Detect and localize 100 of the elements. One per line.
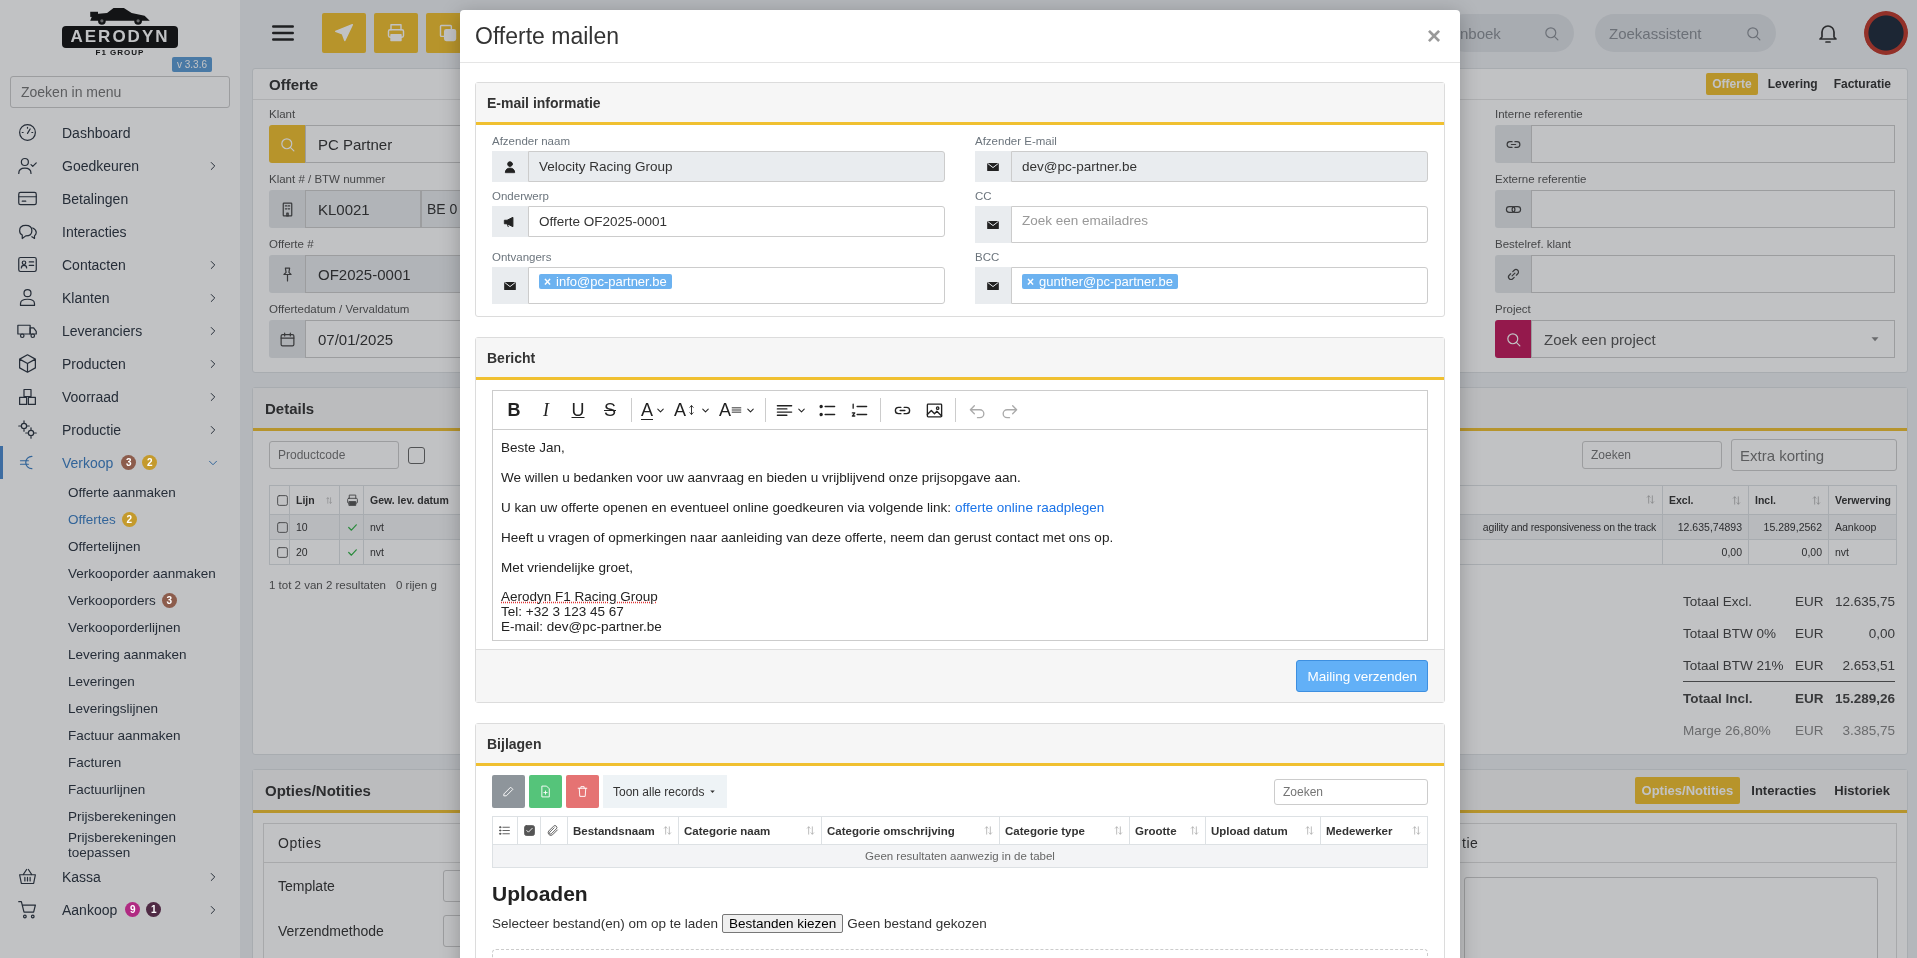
submenu-item[interactable]: Leveringen [0, 668, 240, 695]
card-title: Opties/Notities [265, 781, 371, 799]
search-field[interactable]: Zoeken [1274, 778, 1428, 805]
text-color-button[interactable]: A [638, 395, 669, 425]
submenu-item[interactable]: Facturen [0, 749, 240, 776]
avatar[interactable] [1864, 11, 1908, 55]
field-label: Klant # / BTW nummer [269, 173, 387, 185]
choose-files-button[interactable]: Bestanden kiezen [721, 914, 844, 933]
menu-item[interactable]: Aankoop 9 1 [0, 893, 240, 926]
menu-item[interactable]: Leveranciers [0, 314, 240, 347]
print-button[interactable] [374, 13, 418, 53]
input-field[interactable] [1531, 255, 1895, 293]
column-header[interactable]: Lijn [296, 494, 315, 506]
sort-icon[interactable] [1189, 825, 1200, 836]
sort-icon[interactable] [1304, 825, 1315, 836]
list-icon[interactable] [498, 824, 511, 837]
submenu-item[interactable]: Offertes 2 [0, 506, 240, 533]
sort-icon[interactable] [1731, 494, 1742, 506]
input-field[interactable]: Velocity Racing Group [528, 151, 945, 182]
table-cell: 12.635,74893 [1677, 521, 1742, 533]
table-cell: 0,00 [1721, 546, 1742, 558]
menu-item[interactable]: Contacten [0, 248, 240, 281]
italic-button[interactable]: I [531, 395, 561, 425]
strikethrough-button[interactable]: S [595, 395, 625, 425]
sort-icon[interactable] [1645, 493, 1656, 505]
new-file-button[interactable] [529, 775, 562, 808]
send-button[interactable] [322, 13, 366, 53]
field-label: Bestelref. klant [1495, 238, 1573, 250]
submenu-item[interactable]: Offerte aanmaken [0, 479, 240, 506]
tab[interactable]: Levering [1761, 73, 1824, 95]
font-size-button[interactable]: A [671, 395, 715, 425]
discount-field[interactable]: Extra korting [1731, 439, 1897, 471]
submenu-item[interactable]: Verkooporderlijnen [0, 614, 240, 641]
column-header[interactable]: Excl. [1669, 494, 1694, 506]
person-icon [503, 159, 517, 174]
checkbox-icon[interactable] [276, 493, 289, 507]
selection-info: 0 rijen g [396, 579, 437, 591]
user-check-icon [17, 155, 38, 176]
column-header[interactable]: Gew. lev. datum [370, 494, 449, 506]
menu-item[interactable]: Productie [0, 413, 240, 446]
submenu-item[interactable]: Prijsberekeningen [0, 803, 240, 830]
menu-item[interactable]: Verkoop 3 2 [0, 446, 240, 479]
submenu-item[interactable]: Verkooporder aanmaken [0, 560, 240, 587]
menu-item[interactable]: Interacties [0, 215, 240, 248]
submenu-item[interactable]: Leveringslijnen [0, 695, 240, 722]
underline-button[interactable]: U [563, 395, 593, 425]
sort-icon[interactable] [983, 825, 994, 836]
menu-item[interactable]: Betalingen [0, 182, 240, 215]
menu-item[interactable]: Kassa [0, 860, 240, 893]
signature-line: Aerodyn F1 Racing Group [501, 589, 659, 604]
input-field[interactable]: dev@pc-partner.be [1011, 151, 1428, 182]
megaphone-icon [503, 214, 517, 229]
menu-search-field[interactable]: Zoeken in menu [10, 76, 230, 108]
submenu-item[interactable]: Prijsberekeningen toepassen [0, 830, 240, 860]
menu-item[interactable]: Voorraad [0, 380, 240, 413]
submenu-item[interactable]: Factuur aanmaken [0, 722, 240, 749]
field-label: Klant [269, 108, 297, 120]
submenu-item[interactable]: Levering aanmaken [0, 641, 240, 668]
logo-name: AERODYN [62, 26, 178, 48]
sort-icon[interactable] [1811, 494, 1822, 506]
field-label: Offerte # [269, 238, 315, 250]
checkbox-icon[interactable] [276, 545, 289, 559]
tab[interactable]: Interacties [1744, 776, 1824, 804]
column-header[interactable]: Incl. [1755, 494, 1776, 506]
input-field[interactable]: KL0021 [305, 190, 421, 228]
menu-item[interactable]: Goedkeuren [0, 149, 240, 182]
productcode-field[interactable]: Productcode [269, 441, 399, 469]
project-select[interactable]: Zoek een project [1531, 320, 1895, 358]
input-field[interactable] [1531, 125, 1895, 163]
show-records-dropdown[interactable]: Toon alle records [603, 775, 728, 808]
offer-link[interactable]: offerte online raadplegen [955, 500, 1105, 515]
cart-icon [17, 899, 38, 920]
total-amount: 0,00 [1867, 625, 1895, 641]
input-field[interactable] [1531, 190, 1895, 228]
message-paragraph: U kan uw offerte openen en eventueel online goedkeuren via volgende link: offerte online raadplegen [501, 499, 1106, 517]
menu-item[interactable]: Producten [0, 347, 240, 380]
submenu-item[interactable]: Offertelijnen [0, 533, 240, 560]
checkbox-icon[interactable] [276, 520, 289, 534]
field-label: Project [1495, 303, 1532, 315]
sort-icon[interactable] [662, 825, 673, 836]
menu-item[interactable]: Dashboard [0, 116, 240, 149]
input-field[interactable]: Offerte OF2025-0001 [528, 206, 945, 237]
checkbox-icon[interactable] [523, 824, 536, 837]
paragraph-format-button[interactable]: A [716, 395, 760, 425]
count-badge: 2 [142, 455, 158, 470]
bold-button[interactable]: B [499, 395, 529, 425]
search-field[interactable]: Zoeken [1582, 441, 1722, 469]
submenu-item[interactable]: Factuurlijnen [0, 776, 240, 803]
currency: EUR [1795, 690, 1825, 706]
edit-button[interactable] [492, 775, 525, 808]
sort-icon[interactable] [805, 825, 816, 836]
submenu-item[interactable]: Verkooporders 3 [0, 587, 240, 614]
sort-icon[interactable] [1411, 825, 1422, 836]
checkbox[interactable] [408, 446, 425, 464]
sort-icon[interactable] [1113, 825, 1124, 836]
sort-icon[interactable] [324, 494, 333, 506]
menu-item[interactable]: Klanten [0, 281, 240, 314]
tab[interactable]: Historiek [1827, 776, 1897, 804]
tab[interactable]: Facturatie [1827, 73, 1897, 95]
delete-button[interactable] [566, 775, 599, 808]
